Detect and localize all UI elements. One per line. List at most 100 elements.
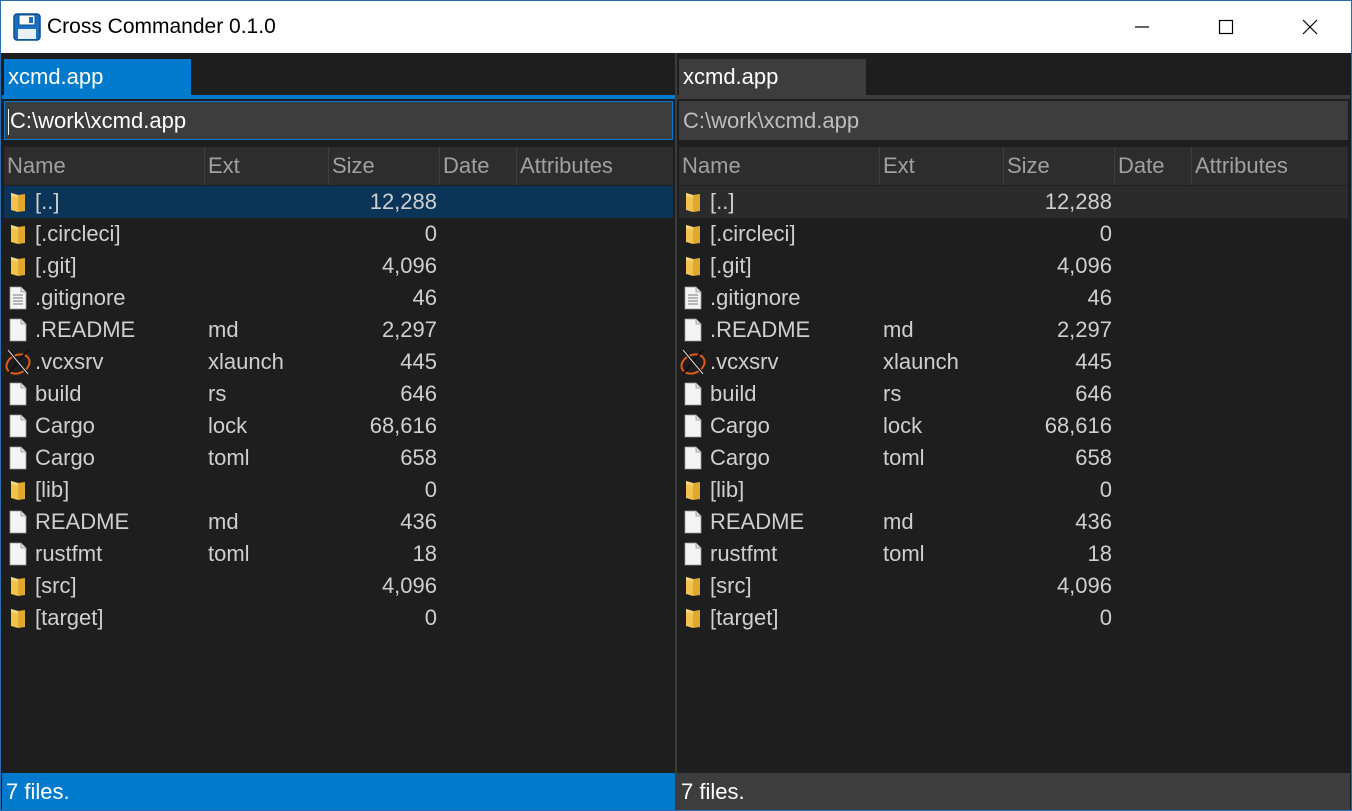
file-row[interactable]: .README md 2,297 xyxy=(4,314,673,346)
column-header-date[interactable]: Date xyxy=(1115,147,1192,185)
column-header: Name Ext Size Date Attributes xyxy=(679,147,1348,185)
file-row[interactable]: [.circleci] 0 xyxy=(679,218,1348,250)
folder-icon xyxy=(681,606,705,630)
file-icon xyxy=(6,318,30,342)
column-header: Name Ext Size Date Attributes xyxy=(4,147,673,185)
file-name: [.git] xyxy=(35,253,77,278)
file-icon xyxy=(681,382,705,406)
file-icon xyxy=(681,446,705,470)
close-button[interactable] xyxy=(1268,1,1351,53)
file-ext: rs xyxy=(883,381,902,406)
file-ext: lock xyxy=(208,413,248,438)
file-size: 18 xyxy=(412,541,437,566)
folder-icon xyxy=(6,606,30,630)
file-row[interactable]: .README md 2,297 xyxy=(679,314,1348,346)
file-name: [..] xyxy=(710,189,735,214)
file-name: .README xyxy=(710,317,811,342)
path-text: C:\work\xcmd.app xyxy=(10,108,187,133)
file-row[interactable]: Cargo toml 658 xyxy=(4,442,673,474)
file-name: .README xyxy=(35,317,136,342)
file-size: 2,297 xyxy=(381,317,437,342)
file-size: 0 xyxy=(1099,605,1112,630)
tab-right-xcmd-app[interactable]: xcmd.app xyxy=(679,59,866,95)
file-size: 4,096 xyxy=(381,573,437,598)
file-name: rustfmt xyxy=(35,541,103,566)
column-header-name[interactable]: Name xyxy=(679,147,880,185)
file-ext: lock xyxy=(883,413,923,438)
tab-underline xyxy=(677,95,1350,99)
file-size: 658 xyxy=(400,445,437,470)
file-row[interactable]: [.circleci] 0 xyxy=(4,218,673,250)
minimize-button[interactable] xyxy=(1100,1,1184,53)
column-header-size[interactable]: Size xyxy=(1004,147,1115,185)
file-row[interactable]: [src] 4,096 xyxy=(4,570,673,602)
file-row[interactable]: [lib] 0 xyxy=(679,474,1348,506)
tab-bar: xcmd.app xyxy=(2,53,675,99)
tab-underline xyxy=(2,95,675,99)
file-name: .vcxsrv xyxy=(710,349,779,374)
file-row[interactable]: Cargo lock 68,616 xyxy=(679,410,1348,442)
file-list[interactable]: [..] 12,288 [.circleci] 0 [.git] 4,096 .gitign… xyxy=(4,186,673,634)
file-row[interactable]: README md 436 xyxy=(4,506,673,538)
file-row[interactable]: .vcxsrv xlaunch 445 xyxy=(4,346,673,378)
file-row[interactable]: build rs 646 xyxy=(679,378,1348,410)
file-size: 445 xyxy=(1075,349,1112,374)
file-row[interactable]: [target] 0 xyxy=(679,602,1348,634)
column-header-ext[interactable]: Ext xyxy=(880,147,1004,185)
right-panel[interactable]: xcmd.app C:\work\xcmd.app Name Ext Size … xyxy=(677,53,1350,810)
file-size: 0 xyxy=(1099,477,1112,502)
file-name: .gitignore xyxy=(35,285,126,310)
file-row[interactable]: rustfmt toml 18 xyxy=(679,538,1348,570)
file-row[interactable]: [target] 0 xyxy=(4,602,673,634)
file-name: rustfmt xyxy=(710,541,778,566)
file-size: 0 xyxy=(424,605,437,630)
file-row[interactable]: [src] 4,096 xyxy=(679,570,1348,602)
path-input[interactable]: C:\work\xcmd.app xyxy=(4,101,673,140)
file-name: Cargo xyxy=(710,445,770,470)
file-ext: md xyxy=(208,509,239,534)
file-row[interactable]: [lib] 0 xyxy=(4,474,673,506)
column-header-ext[interactable]: Ext xyxy=(205,147,329,185)
file-name: [.circleci] xyxy=(35,221,121,246)
file-row[interactable]: [.git] 4,096 xyxy=(4,250,673,282)
file-size: 646 xyxy=(400,381,437,406)
file-name: [target] xyxy=(35,605,104,630)
file-row[interactable]: .vcxsrv xlaunch 445 xyxy=(679,346,1348,378)
file-name: Cargo xyxy=(35,445,95,470)
column-header-attributes[interactable]: Attributes xyxy=(517,147,673,185)
title-bar[interactable]: Cross Commander 0.1.0 xyxy=(1,1,1351,53)
file-size: 646 xyxy=(1075,381,1112,406)
tab-left-xcmd-app[interactable]: xcmd.app xyxy=(4,59,191,95)
column-header-attributes[interactable]: Attributes xyxy=(1192,147,1348,185)
file-row[interactable]: README md 436 xyxy=(679,506,1348,538)
file-name: build xyxy=(710,381,757,406)
column-header-date[interactable]: Date xyxy=(440,147,517,185)
file-row[interactable]: Cargo toml 658 xyxy=(679,442,1348,474)
file-icon xyxy=(6,510,30,534)
file-row[interactable]: Cargo lock 68,616 xyxy=(4,410,673,442)
file-row[interactable]: .gitignore 46 xyxy=(4,282,673,314)
path-input[interactable]: C:\work\xcmd.app xyxy=(679,101,1348,140)
file-size: 445 xyxy=(400,349,437,374)
file-row[interactable]: rustfmt toml 18 xyxy=(4,538,673,570)
column-header-name[interactable]: Name xyxy=(4,147,205,185)
file-ext: toml xyxy=(208,541,250,566)
column-header-size[interactable]: Size xyxy=(329,147,440,185)
file-row[interactable]: [.git] 4,096 xyxy=(679,250,1348,282)
file-row[interactable]: .gitignore 46 xyxy=(679,282,1348,314)
maximize-icon xyxy=(1218,19,1234,35)
file-size: 658 xyxy=(1075,445,1112,470)
file-ext: toml xyxy=(883,541,925,566)
file-list[interactable]: [..] 12,288 [.circleci] 0 [.git] 4,096 .gitign… xyxy=(679,186,1348,634)
left-panel[interactable]: xcmd.app C:\work\xcmd.app Name Ext Size … xyxy=(2,53,675,810)
file-row[interactable]: build rs 646 xyxy=(4,378,673,410)
file-icon xyxy=(681,542,705,566)
file-ext: xlaunch xyxy=(883,349,959,374)
maximize-button[interactable] xyxy=(1184,1,1268,53)
file-size: 12,288 xyxy=(1044,189,1112,214)
file-row[interactable]: [..] 12,288 xyxy=(4,186,673,218)
file-name: README xyxy=(710,509,805,534)
file-name: .gitignore xyxy=(710,285,801,310)
file-ext: toml xyxy=(883,445,925,470)
file-row[interactable]: [..] 12,288 xyxy=(679,186,1348,218)
